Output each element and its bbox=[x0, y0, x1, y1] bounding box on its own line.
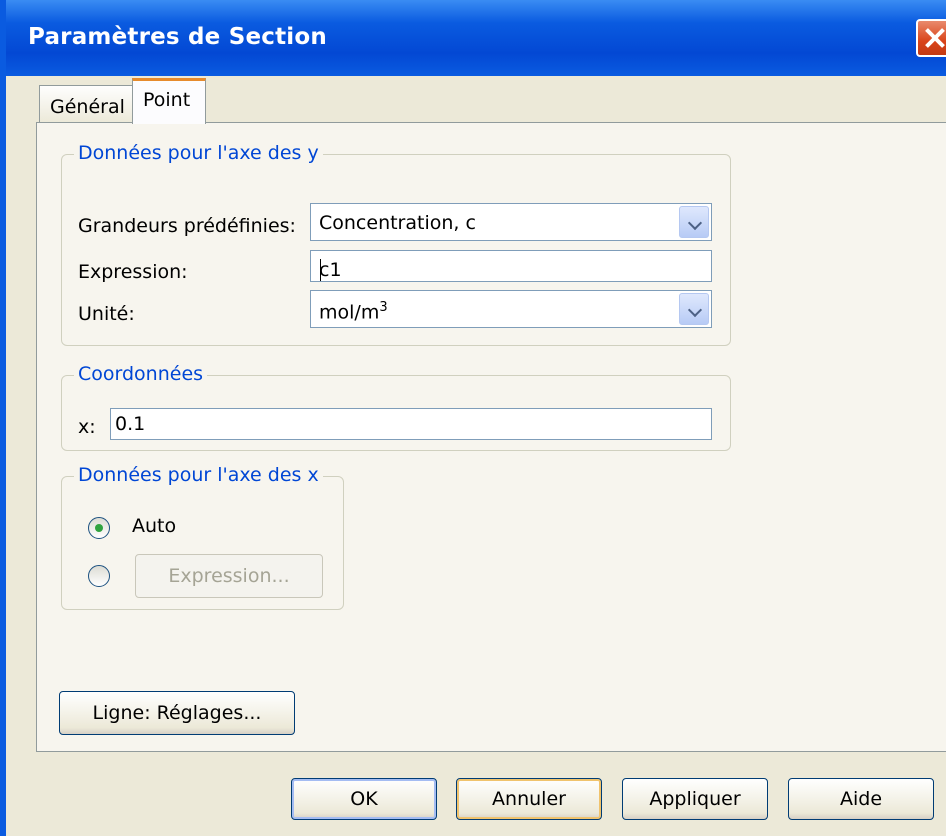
coordinates-group: Coordonnées x: 0.1 bbox=[61, 363, 731, 451]
expression-input[interactable]: c1 bbox=[310, 250, 712, 282]
expression-label: Expression: bbox=[78, 261, 188, 283]
predefined-label: Grandeurs prédéfinies: bbox=[78, 215, 296, 237]
close-icon[interactable] bbox=[916, 19, 946, 57]
predefined-quantity-value: Concentration, c bbox=[319, 212, 476, 234]
auto-label: Auto bbox=[132, 515, 177, 537]
chevron-down-icon[interactable] bbox=[679, 293, 709, 325]
tab-point-label: Point bbox=[143, 89, 191, 111]
unit-label: Unité: bbox=[78, 303, 135, 325]
line-settings-button[interactable]: Ligne: Réglages... bbox=[59, 691, 295, 735]
cancel-button[interactable]: Annuler bbox=[456, 778, 602, 820]
window-title: Paramètres de Section bbox=[28, 24, 327, 50]
x-coordinate-value: 0.1 bbox=[115, 413, 146, 435]
apply-button[interactable]: Appliquer bbox=[622, 778, 768, 820]
expression-value: c1 bbox=[319, 259, 342, 281]
x-coordinate-label: x: bbox=[78, 416, 96, 438]
tab-panel: Données pour l'axe des y Grandeurs prédé… bbox=[36, 122, 946, 752]
tab-general[interactable]: Général bbox=[39, 85, 134, 123]
x-coordinate-input[interactable]: 0.1 bbox=[110, 408, 712, 440]
unit-value: mol/m3 bbox=[319, 300, 388, 324]
x-axis-group: Données pour l'axe des x Auto Expression… bbox=[61, 464, 344, 610]
tab-point[interactable]: Point bbox=[132, 78, 206, 124]
tab-general-label: Général bbox=[50, 96, 125, 118]
dialog-window: Paramètres de Section Général Point Donn… bbox=[0, 0, 946, 836]
expression-radio[interactable] bbox=[88, 565, 110, 587]
text-caret bbox=[320, 259, 321, 281]
y-axis-legend: Données pour l'axe des y bbox=[74, 142, 323, 164]
x-axis-legend: Données pour l'axe des x bbox=[74, 464, 323, 486]
x-expression-button[interactable]: Expression... bbox=[135, 554, 323, 598]
help-button[interactable]: Aide bbox=[788, 778, 934, 820]
y-axis-group: Données pour l'axe des y Grandeurs prédé… bbox=[61, 142, 731, 346]
auto-radio[interactable] bbox=[88, 517, 110, 539]
coordinates-legend: Coordonnées bbox=[74, 363, 208, 385]
unit-select[interactable]: mol/m3 bbox=[310, 290, 712, 328]
title-bar: Paramètres de Section bbox=[6, 0, 946, 76]
ok-button[interactable]: OK bbox=[291, 778, 437, 820]
chevron-down-icon[interactable] bbox=[679, 206, 709, 238]
predefined-quantity-select[interactable]: Concentration, c bbox=[310, 203, 712, 241]
